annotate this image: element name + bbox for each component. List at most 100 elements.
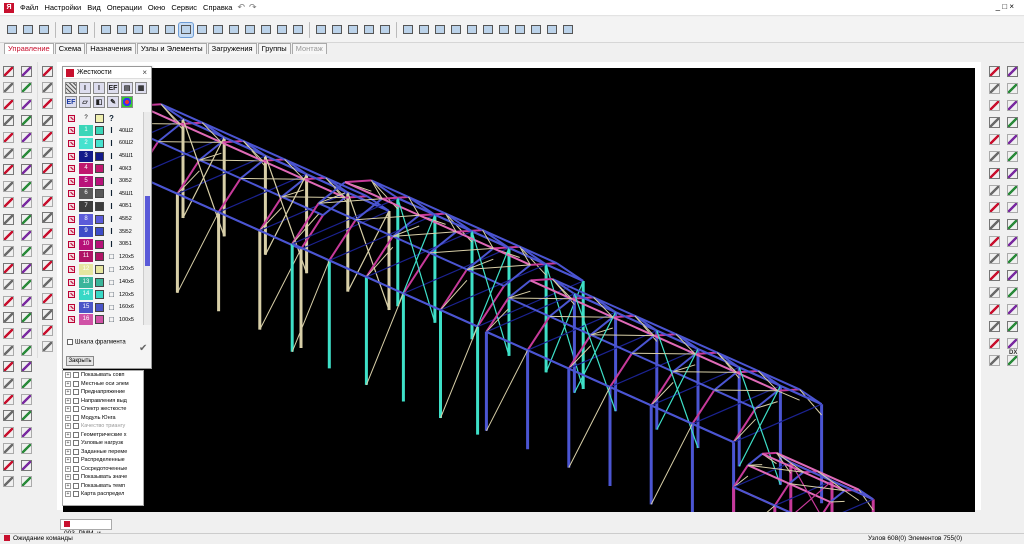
row-checkbox[interactable] xyxy=(68,152,75,160)
document-tab[interactable]: 003_РММ_и... xyxy=(60,519,112,537)
frame-member[interactable] xyxy=(138,104,346,199)
solid-icon[interactable]: ◧ xyxy=(93,96,105,108)
tool-icon[interactable] xyxy=(3,213,14,225)
fragment-scale-checkbox[interactable] xyxy=(67,339,73,345)
flag-item[interactable]: + Качество триангу xyxy=(63,422,143,431)
i-beam-icon[interactable]: I xyxy=(79,82,91,94)
fragment-scale-option[interactable]: Шкала фрагмента xyxy=(67,339,126,347)
frame-member[interactable] xyxy=(485,349,529,432)
row-checkbox[interactable] xyxy=(68,291,75,299)
row-checkbox[interactable] xyxy=(68,114,75,122)
row-checkbox[interactable] xyxy=(68,265,75,273)
frame-member[interactable] xyxy=(344,179,372,184)
toolbar-tool-icon[interactable] xyxy=(99,23,113,37)
tool-icon[interactable] xyxy=(21,377,32,389)
tool-icon[interactable] xyxy=(3,98,14,110)
flag-item[interactable]: + Распределенные xyxy=(63,456,143,465)
frame-member[interactable] xyxy=(507,279,532,299)
row-color-swatch[interactable] xyxy=(95,214,104,224)
expand-icon[interactable]: + xyxy=(65,389,71,396)
stiffness-row[interactable]: 15 □ 160x6 xyxy=(63,301,143,314)
toolbar-tool-icon[interactable] xyxy=(60,23,74,37)
expand-icon[interactable]: + xyxy=(65,414,71,421)
frame-member[interactable] xyxy=(754,390,779,410)
steel-frame-model[interactable] xyxy=(63,68,975,544)
frame-member[interactable] xyxy=(259,207,283,231)
tool-icon[interactable] xyxy=(3,426,14,438)
expand-icon[interactable]: + xyxy=(65,491,71,498)
apply-check-icon[interactable]: ✔ xyxy=(139,343,147,354)
tool-icon[interactable] xyxy=(989,219,1000,230)
tool-icon[interactable] xyxy=(3,312,14,323)
tool-icon[interactable] xyxy=(42,195,53,207)
stiffness-row[interactable]: 12 □ 120x5 xyxy=(63,263,143,276)
frame-member[interactable] xyxy=(259,248,302,330)
tool-icon[interactable] xyxy=(21,328,32,340)
tool-icon[interactable] xyxy=(21,459,32,471)
row-checkbox[interactable] xyxy=(68,316,75,324)
tool-icon[interactable] xyxy=(3,164,14,176)
ef-section-icon[interactable]: EF xyxy=(107,82,119,94)
stiffness-row[interactable]: 4 I 40К3 xyxy=(63,162,143,175)
tool-icon[interactable] xyxy=(989,304,1000,315)
toolbar-tool-icon[interactable] xyxy=(163,23,177,37)
flag-checkbox[interactable] xyxy=(73,414,79,421)
toolbar-tool-icon[interactable] xyxy=(5,23,19,37)
flag-checkbox[interactable] xyxy=(73,431,79,438)
flag-checkbox[interactable] xyxy=(73,482,79,489)
tool-icon[interactable] xyxy=(42,82,53,94)
row-color-swatch[interactable] xyxy=(95,126,104,136)
tool-icon[interactable] xyxy=(21,213,32,225)
tool-icon[interactable] xyxy=(3,394,14,405)
frame-member[interactable] xyxy=(672,353,696,373)
expand-icon[interactable]: + xyxy=(65,380,71,387)
edit-stiffness-icon[interactable]: ✎ xyxy=(107,96,119,108)
frame-member[interactable] xyxy=(157,123,181,143)
tool-icon[interactable] xyxy=(989,168,1000,179)
row-color-swatch[interactable] xyxy=(95,164,104,174)
tool-icon[interactable] xyxy=(21,180,32,192)
toolbar-tool-icon[interactable] xyxy=(378,23,392,37)
expand-icon[interactable]: + xyxy=(65,482,71,489)
tool-icon[interactable] xyxy=(1007,270,1018,281)
tool-icon[interactable] xyxy=(1007,66,1018,77)
row-checkbox[interactable] xyxy=(68,228,75,236)
menu-file[interactable]: Файл xyxy=(17,3,41,12)
tool-icon[interactable] xyxy=(1007,83,1018,94)
frame-member[interactable] xyxy=(650,423,693,505)
tool-icon[interactable] xyxy=(42,341,53,353)
tool-icon[interactable] xyxy=(989,236,1000,247)
tool-icon[interactable] xyxy=(989,185,1000,196)
tool-icon[interactable] xyxy=(989,100,1000,111)
frame-member[interactable] xyxy=(440,279,468,311)
tool-icon[interactable] xyxy=(3,443,14,455)
flag-checkbox[interactable] xyxy=(73,440,79,447)
frame-member[interactable] xyxy=(291,260,330,352)
tool-icon[interactable] xyxy=(989,83,1000,94)
tool-icon[interactable] xyxy=(42,228,53,239)
tool-icon[interactable] xyxy=(989,66,1000,77)
frame-member[interactable] xyxy=(176,211,220,294)
redo-icon[interactable]: ↷ xyxy=(247,2,259,13)
stiffness-row[interactable]: 8 I 45Б2 xyxy=(63,213,143,226)
flag-checkbox[interactable] xyxy=(73,406,79,413)
frame-member[interactable] xyxy=(508,297,572,300)
scroll-thumb[interactable] xyxy=(145,196,150,266)
row-color-swatch[interactable] xyxy=(95,302,104,312)
row-color-swatch[interactable] xyxy=(95,252,104,262)
tool-icon[interactable] xyxy=(989,202,1000,213)
tool-icon[interactable] xyxy=(3,279,14,291)
toolbar-tool-icon[interactable] xyxy=(330,23,344,37)
toolbar-tool-icon[interactable] xyxy=(513,23,527,37)
tool-icon[interactable] xyxy=(3,377,14,389)
flag-checkbox[interactable] xyxy=(73,491,79,498)
tool-icon[interactable] xyxy=(1007,321,1018,332)
flag-item[interactable]: + Карта распредел xyxy=(63,490,143,499)
close-button[interactable]: Закрыть xyxy=(66,356,94,366)
flag-item[interactable]: + Модуль Юнга xyxy=(63,414,143,423)
frame-member[interactable] xyxy=(656,330,699,449)
tool-icon[interactable] xyxy=(42,114,53,126)
tool-icon[interactable] xyxy=(3,148,14,159)
toolbar-tool-icon[interactable] xyxy=(195,23,209,37)
expand-icon[interactable]: + xyxy=(65,423,71,430)
